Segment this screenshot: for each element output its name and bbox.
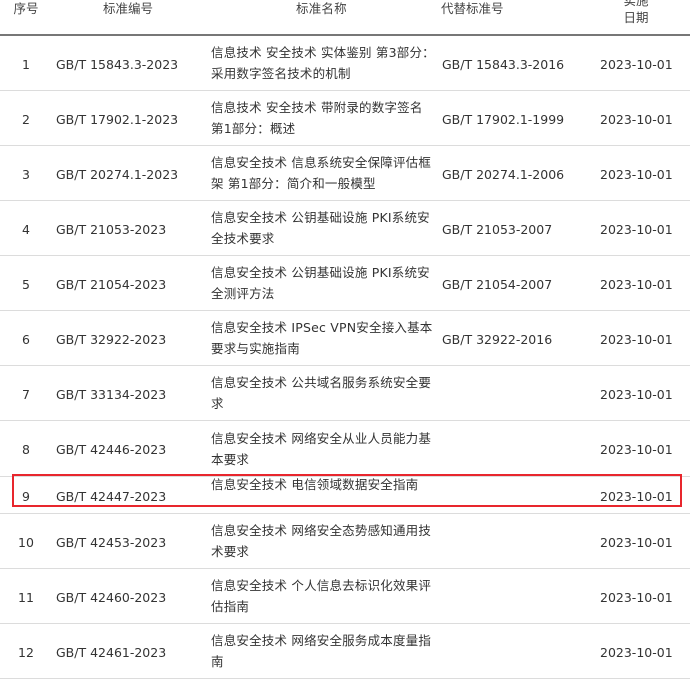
row-date: 2023-10-01	[600, 332, 673, 347]
row-name: 信息安全技术 IPSec VPN安全接入基本要求与实施指南	[211, 320, 433, 356]
table-row: 6 GB/T 32922-2023 信息安全技术 IPSec VPN安全接入基本要求…	[0, 311, 690, 366]
row-date: 2023-10-01	[600, 112, 673, 127]
row-date: 2023-10-01	[600, 590, 673, 605]
row-date: 2023-10-01	[600, 489, 673, 504]
row-code: GB/T 20274.1-2023	[56, 167, 179, 182]
table-body: 1 GB/T 15843.3-2023 信息技术 安全技术 实体鉴别 第3部分：采用…	[0, 36, 690, 679]
header-name: 标准名称	[296, 1, 347, 16]
table-row: 2 GB/T 17902.1-2023 信息技术 安全技术 带附录的数字签名 第1部…	[0, 91, 690, 146]
row-code: GB/T 42453-2023	[56, 535, 167, 550]
table-row: 7 GB/T 33134-2023 信息安全技术 公共域名服务系统安全要求 2023-…	[0, 366, 690, 421]
row-code: GB/T 33134-2023	[56, 387, 167, 402]
row-code: GB/T 15843.3-2023	[56, 57, 179, 72]
table-row: 12 GB/T 42461-2023 信息安全技术 网络安全服务成本度量指南 2023…	[0, 624, 690, 679]
row-code: GB/T 21053-2023	[56, 222, 167, 237]
header-date-line1: 实施	[623, 0, 649, 8]
header-date: 实施 日期	[606, 0, 666, 26]
table-row: 8 GB/T 42446-2023 信息安全技术 网络安全从业人员能力基本要求 202…	[0, 421, 690, 477]
row-date: 2023-10-01	[600, 442, 673, 457]
row-code: GB/T 42461-2023	[56, 645, 167, 660]
row-name: 信息安全技术 信息系统安全保障评估框架 第1部分：简介和一般模型	[211, 155, 432, 191]
row-date: 2023-10-01	[600, 387, 673, 402]
row-name: 信息安全技术 网络安全服务成本度量指南	[211, 633, 432, 669]
table-row: 10 GB/T 42453-2023 信息安全技术 网络安全态势感知通用技术要求 20…	[0, 514, 690, 569]
row-name: 信息安全技术 公钥基础设施 PKI系统安全测评方法	[211, 265, 430, 301]
row-name: 信息安全技术 公共域名服务系统安全要求	[211, 375, 432, 411]
table-row: 11 GB/T 42460-2023 信息安全技术 个人信息去标识化效果评估指南 20…	[0, 569, 690, 624]
row-name: 信息安全技术 公钥基础设施 PKI系统安全技术要求	[211, 210, 430, 246]
row-date: 2023-10-01	[600, 535, 673, 550]
row-no: 8	[22, 442, 30, 457]
row-date: 2023-10-01	[600, 57, 673, 72]
row-no: 1	[22, 57, 30, 72]
row-no: 3	[22, 167, 30, 182]
header-code: 标准编号	[103, 1, 154, 16]
row-code: GB/T 21054-2023	[56, 277, 167, 292]
row-no: 11	[18, 590, 34, 605]
row-no: 9	[22, 489, 30, 504]
table-row: 9 GB/T 42447-2023 信息安全技术 电信领域数据安全指南 2023-10…	[0, 477, 690, 514]
row-replaced: GB/T 21054-2007	[442, 277, 553, 292]
row-code: GB/T 42446-2023	[56, 442, 167, 457]
row-replaced: GB/T 20274.1-2006	[442, 167, 565, 182]
table-row: 1 GB/T 15843.3-2023 信息技术 安全技术 实体鉴别 第3部分：采用…	[0, 36, 690, 91]
table-row: 3 GB/T 20274.1-2023 信息安全技术 信息系统安全保障评估框架 第1…	[0, 146, 690, 201]
row-no: 12	[18, 645, 34, 660]
standards-table: 序号 标准编号 标准名称 代替标准号 实施 日期 1 GB/T 15843.3-2…	[0, 0, 690, 679]
row-code: GB/T 17902.1-2023	[56, 112, 179, 127]
row-date: 2023-10-01	[600, 645, 673, 660]
header-date-line2: 日期	[623, 10, 649, 25]
row-code: GB/T 42447-2023	[56, 489, 167, 504]
row-replaced: GB/T 32922-2016	[442, 332, 553, 347]
header-replaced: 代替标准号	[441, 1, 504, 16]
row-no: 7	[22, 387, 30, 402]
row-code: GB/T 32922-2023	[56, 332, 167, 347]
row-name: 信息技术 安全技术 实体鉴别 第3部分：采用数字签名技术的机制	[211, 45, 435, 81]
row-date: 2023-10-01	[600, 167, 673, 182]
row-name: 信息技术 安全技术 带附录的数字签名 第1部分：概述	[211, 100, 423, 136]
table-header: 序号 标准编号 标准名称 代替标准号 实施 日期	[0, 0, 690, 36]
row-no: 6	[22, 332, 30, 347]
row-name: 信息安全技术 电信领域数据安全指南	[211, 477, 419, 492]
row-no: 5	[22, 277, 30, 292]
row-replaced: GB/T 17902.1-1999	[442, 112, 565, 127]
row-no: 4	[22, 222, 30, 237]
header-no: 序号	[13, 1, 39, 16]
row-no: 10	[18, 535, 34, 550]
row-name: 信息安全技术 网络安全态势感知通用技术要求	[211, 523, 432, 559]
row-code: GB/T 42460-2023	[56, 590, 167, 605]
row-no: 2	[22, 112, 30, 127]
table-row: 4 GB/T 21053-2023 信息安全技术 公钥基础设施 PKI系统安全技术要…	[0, 201, 690, 256]
table-row: 5 GB/T 21054-2023 信息安全技术 公钥基础设施 PKI系统安全测评方…	[0, 256, 690, 311]
row-date: 2023-10-01	[600, 277, 673, 292]
row-name: 信息安全技术 网络安全从业人员能力基本要求	[211, 431, 432, 467]
row-name: 信息安全技术 个人信息去标识化效果评估指南	[211, 578, 432, 614]
row-date: 2023-10-01	[600, 222, 673, 237]
row-replaced: GB/T 15843.3-2016	[442, 57, 565, 72]
row-replaced: GB/T 21053-2007	[442, 222, 553, 237]
